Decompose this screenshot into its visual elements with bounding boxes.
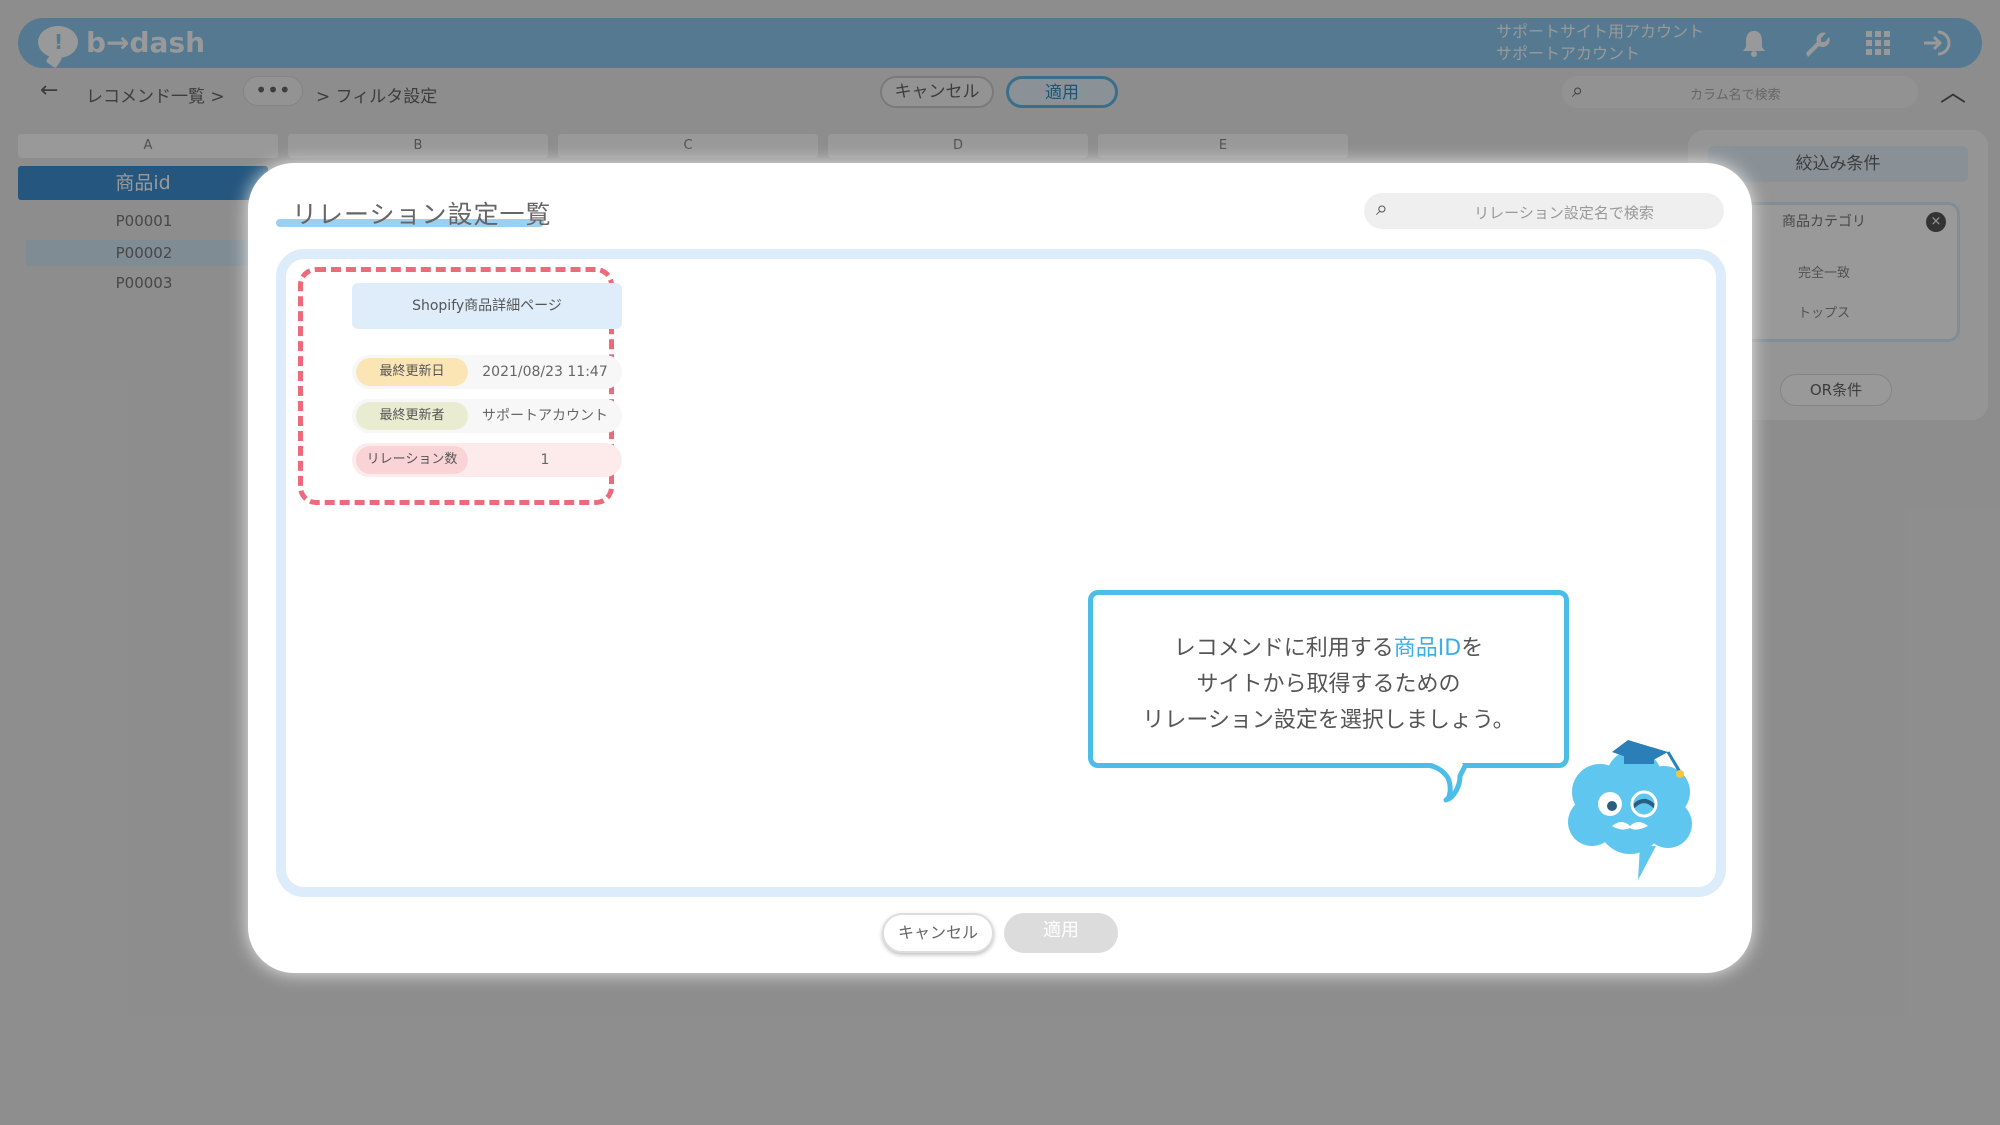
guide-tooltip: レコメンドに利用する商品IDを サイトから取得するための リレーション設定を選択… — [1088, 590, 1569, 768]
tooltip-line-1: レコメンドに利用する商品IDを — [1173, 636, 1484, 661]
card-updated-row: 最終更新日 2021/08/23 11:47 — [352, 355, 622, 389]
modal-title: リレーション設定一覧 — [292, 200, 552, 229]
relation-search-input[interactable]: ⌕ リレーション設定名で検索 — [1364, 193, 1724, 229]
card-updater-row: 最終更新者 サポートアカウント — [352, 399, 622, 433]
updated-by-value: サポートアカウント — [482, 408, 608, 424]
tooltip-highlight: 商品ID — [1393, 636, 1462, 661]
tooltip-line-2: サイトから取得するための — [1196, 672, 1461, 697]
relation-count-value: 1 — [540, 452, 550, 468]
relation-settings-modal: リレーション設定一覧 ⌕ リレーション設定名で検索 Shopify商品詳細ページ… — [248, 163, 1752, 973]
relation-card-title[interactable]: Shopify商品詳細ページ — [352, 283, 622, 329]
updated-date-value: 2021/08/23 11:47 — [482, 364, 608, 380]
card-relations-row: リレーション数 1 — [352, 443, 622, 477]
tooltip-text: レコメンドに利用する商品IDを サイトから取得するための リレーション設定を選択… — [1093, 631, 1564, 739]
relation-count-label: リレーション数 — [356, 446, 468, 474]
relation-search-placeholder: リレーション設定名で検索 — [1474, 204, 1654, 222]
tooltip-tail — [1407, 758, 1472, 803]
updated-date-label: 最終更新日 — [356, 358, 468, 386]
mascot-brain-icon — [1568, 740, 1692, 880]
updated-by-label: 最終更新者 — [356, 402, 468, 430]
cancel-button[interactable]: キャンセル — [882, 913, 994, 953]
tooltip-line-3: リレーション設定を選択しましょう。 — [1142, 708, 1515, 733]
apply-button[interactable]: 適用 — [1004, 913, 1118, 953]
